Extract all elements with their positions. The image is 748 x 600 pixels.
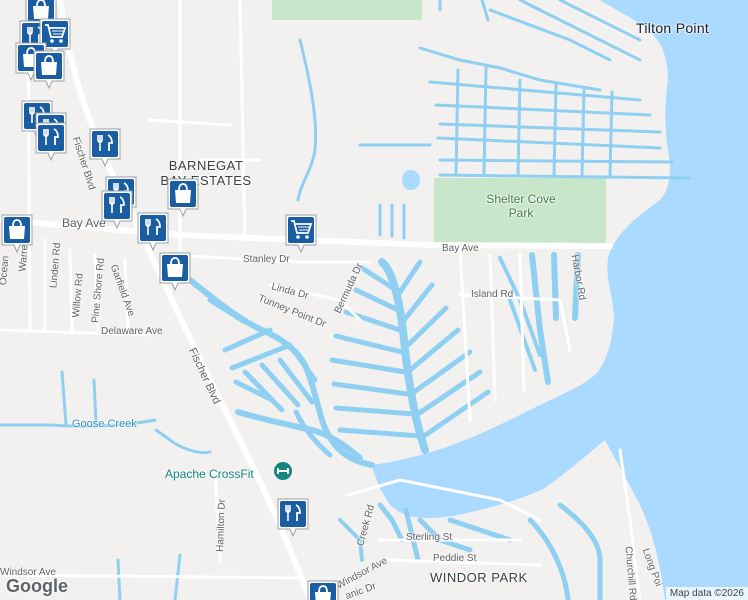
street-label-island-rd: Island Rd <box>471 289 514 300</box>
shopping-cart-marker[interactable] <box>284 214 318 254</box>
shopping-bag-marker[interactable] <box>32 50 66 90</box>
restaurant-icon <box>137 212 169 252</box>
shopping-bag-icon <box>307 580 339 600</box>
shopping-bag-marker[interactable] <box>306 580 340 600</box>
shopping-bag-icon <box>159 252 191 292</box>
street-label-stanley-dr: Stanley Dr <box>243 254 290 265</box>
street-label-peddie-st: Peddie St <box>433 553 477 564</box>
restaurant-marker[interactable] <box>34 122 68 162</box>
shopping-bag-icon <box>167 178 199 218</box>
restaurant-marker[interactable] <box>276 498 310 538</box>
place-label-tilton-point: Tilton Point <box>636 20 710 36</box>
place-label-windor-park: WINDOR PARK <box>430 570 528 585</box>
pond <box>402 170 420 190</box>
restaurant-icon <box>35 122 67 162</box>
poi-label-apache-crossfit[interactable]: Apache CrossFit <box>165 467 254 481</box>
apache-crossfit-pin[interactable] <box>273 461 293 481</box>
park-label-shelter-cove[interactable]: Shelter Cove Park <box>484 192 558 220</box>
shopping-bag-icon <box>33 50 65 90</box>
restaurant-icon <box>101 190 133 230</box>
shopping-cart-icon <box>285 214 317 254</box>
shopping-bag-marker[interactable] <box>166 178 200 218</box>
gym-icon <box>274 462 292 480</box>
street-label-hamilton-dr: Hamilton Dr <box>214 498 228 553</box>
google-logo: Google <box>6 576 68 596</box>
map-data-credit[interactable]: Map data ©2026 <box>665 587 748 600</box>
restaurant-marker[interactable] <box>136 212 170 252</box>
park-top-left <box>272 0 422 20</box>
restaurant-icon <box>277 498 309 538</box>
street-label-delaware-ave: Delaware Ave <box>101 326 163 337</box>
street-label-sterling-st: Sterling St <box>406 532 453 543</box>
shopping-bag-marker[interactable] <box>0 214 34 254</box>
restaurant-icon <box>89 128 121 168</box>
restaurant-marker[interactable] <box>100 190 134 230</box>
shopping-bag-marker[interactable] <box>158 252 192 292</box>
shopping-bag-icon <box>1 214 33 254</box>
street-label-bay-ave-east: Bay Ave <box>442 243 479 254</box>
map-canvas[interactable]: Tilton Point BARNEGAT BAY ESTATES WINDOR… <box>0 0 748 600</box>
restaurant-marker[interactable] <box>88 128 122 168</box>
street-label-goose-creek: Goose Creek <box>72 418 137 430</box>
